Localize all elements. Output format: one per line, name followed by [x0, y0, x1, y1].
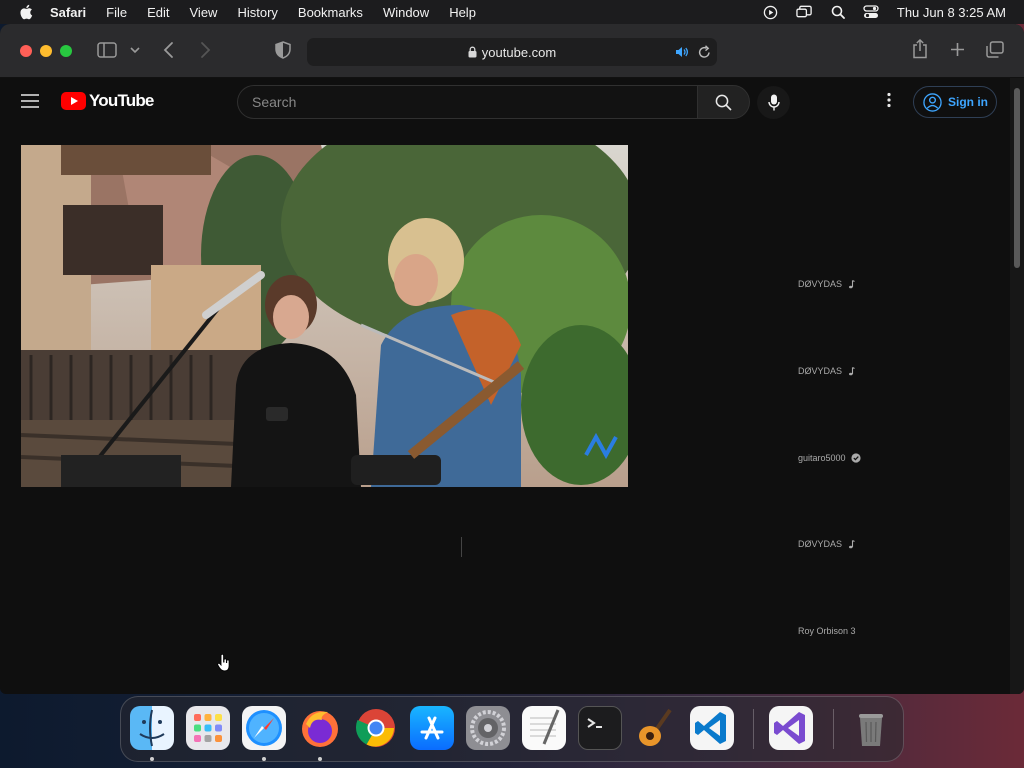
reload-icon[interactable] — [698, 45, 711, 59]
new-tab-plus-icon[interactable] — [950, 42, 965, 57]
menu-bar: Safari File Edit View History Bookmarks … — [0, 0, 1024, 24]
recommendation-channel[interactable]: DØVYDAS — [798, 539, 855, 549]
menubar-datetime[interactable]: Thu Jun 8 3:25 AM — [897, 5, 1006, 20]
content-divider — [461, 537, 462, 557]
dock-textedit-icon[interactable] — [522, 706, 566, 750]
voice-search-button[interactable] — [757, 86, 790, 119]
dock-running-indicator — [150, 757, 154, 761]
tab-group-chevron-down-icon[interactable] — [130, 46, 140, 54]
url-text: youtube.com — [481, 44, 557, 60]
more-options-icon[interactable] — [884, 92, 894, 108]
dock-firefox-icon[interactable] — [298, 706, 342, 750]
dock-launchpad-icon[interactable] — [186, 706, 230, 750]
video-frame — [21, 145, 628, 487]
apple-logo-icon[interactable] — [18, 3, 36, 21]
channel-name[interactable]: DØVYDAS — [798, 279, 842, 289]
search-input[interactable]: Search — [237, 85, 697, 119]
privacy-shield-icon[interactable] — [275, 41, 291, 59]
recommendation-channel[interactable]: guitaro5000 — [798, 453, 861, 463]
dock-terminal-icon[interactable] — [578, 706, 622, 750]
youtube-logo[interactable]: YouTube — [61, 91, 154, 111]
audio-playing-icon[interactable] — [675, 46, 689, 58]
safari-toolbar: youtube.com — [0, 24, 1024, 78]
now-playing-icon[interactable] — [763, 5, 778, 20]
address-bar[interactable]: youtube.com — [307, 38, 717, 66]
music-note-icon — [849, 366, 855, 375]
verified-check-icon — [850, 453, 861, 463]
spotlight-search-icon[interactable] — [831, 5, 845, 19]
video-player[interactable] — [21, 145, 628, 487]
search-icon — [715, 94, 732, 111]
music-note-icon — [849, 279, 855, 288]
microphone-icon — [767, 94, 780, 111]
channel-name[interactable]: DØVYDAS — [798, 539, 842, 549]
dock-visual-studio-icon[interactable] — [769, 706, 813, 750]
recommendation-channel[interactable]: DØVYDAS — [798, 366, 855, 376]
music-note-icon — [849, 539, 855, 548]
page-scrollbar[interactable] — [1010, 78, 1024, 694]
safari-window: youtube.com YouTube Search Sign in DØVYD… — [0, 24, 1024, 694]
back-arrow-icon[interactable] — [163, 41, 175, 59]
tab-overview-icon[interactable] — [986, 41, 1004, 58]
control-center-icon[interactable] — [863, 5, 879, 19]
zoom-window-button[interactable] — [60, 45, 72, 57]
channel-name[interactable]: Roy Orbison 3 — [798, 626, 856, 636]
screen-mirroring-icon[interactable] — [796, 5, 813, 19]
close-window-button[interactable] — [20, 45, 32, 57]
menu-file[interactable]: File — [106, 5, 127, 20]
dock-app-store-icon[interactable] — [410, 706, 454, 750]
menu-edit[interactable]: Edit — [147, 5, 169, 20]
sidebar-toggle-icon[interactable] — [97, 41, 117, 59]
menu-help[interactable]: Help — [449, 5, 476, 20]
hand-pointer-cursor-icon — [217, 654, 230, 672]
forward-arrow-icon[interactable] — [199, 41, 211, 59]
minimize-window-button[interactable] — [40, 45, 52, 57]
recommendation-channel[interactable]: Roy Orbison 3 — [798, 626, 856, 636]
dock-running-indicator — [318, 757, 322, 761]
search-placeholder: Search — [252, 94, 297, 110]
youtube-logo-text: YouTube — [89, 91, 154, 110]
menu-view[interactable]: View — [190, 5, 218, 20]
sign-in-label: Sign in — [948, 95, 988, 109]
account-circle-icon — [923, 92, 942, 112]
lock-icon — [468, 46, 477, 58]
recommendation-channel[interactable]: DØVYDAS — [798, 279, 855, 289]
youtube-play-logo-icon — [61, 92, 86, 110]
share-icon[interactable] — [912, 39, 928, 59]
hamburger-menu-icon[interactable] — [21, 94, 39, 108]
dock-running-indicator — [262, 757, 266, 761]
youtube-header: YouTube Search Sign in — [0, 78, 1010, 126]
menu-app-name[interactable]: Safari — [50, 5, 86, 20]
dock-separator — [833, 709, 834, 749]
channel-name[interactable]: guitaro5000 — [798, 453, 846, 463]
sign-in-button[interactable]: Sign in — [913, 86, 997, 118]
menu-bookmarks[interactable]: Bookmarks — [298, 5, 363, 20]
menu-history[interactable]: History — [237, 5, 277, 20]
macos-dock — [120, 696, 904, 762]
dock-finder-icon[interactable] — [130, 706, 174, 750]
dock-system-settings-icon[interactable] — [466, 706, 510, 750]
dock-safari-icon[interactable] — [242, 706, 286, 750]
menu-window[interactable]: Window — [383, 5, 429, 20]
search-button[interactable] — [697, 85, 750, 119]
dock-garageband-icon[interactable] — [634, 706, 678, 750]
dock-vscode-icon[interactable] — [690, 706, 734, 750]
dock-separator — [753, 709, 754, 749]
dock-trash-icon[interactable] — [849, 706, 893, 750]
channel-name[interactable]: DØVYDAS — [798, 366, 842, 376]
dock-chrome-icon[interactable] — [354, 706, 398, 750]
scrollbar-thumb[interactable] — [1014, 88, 1020, 268]
